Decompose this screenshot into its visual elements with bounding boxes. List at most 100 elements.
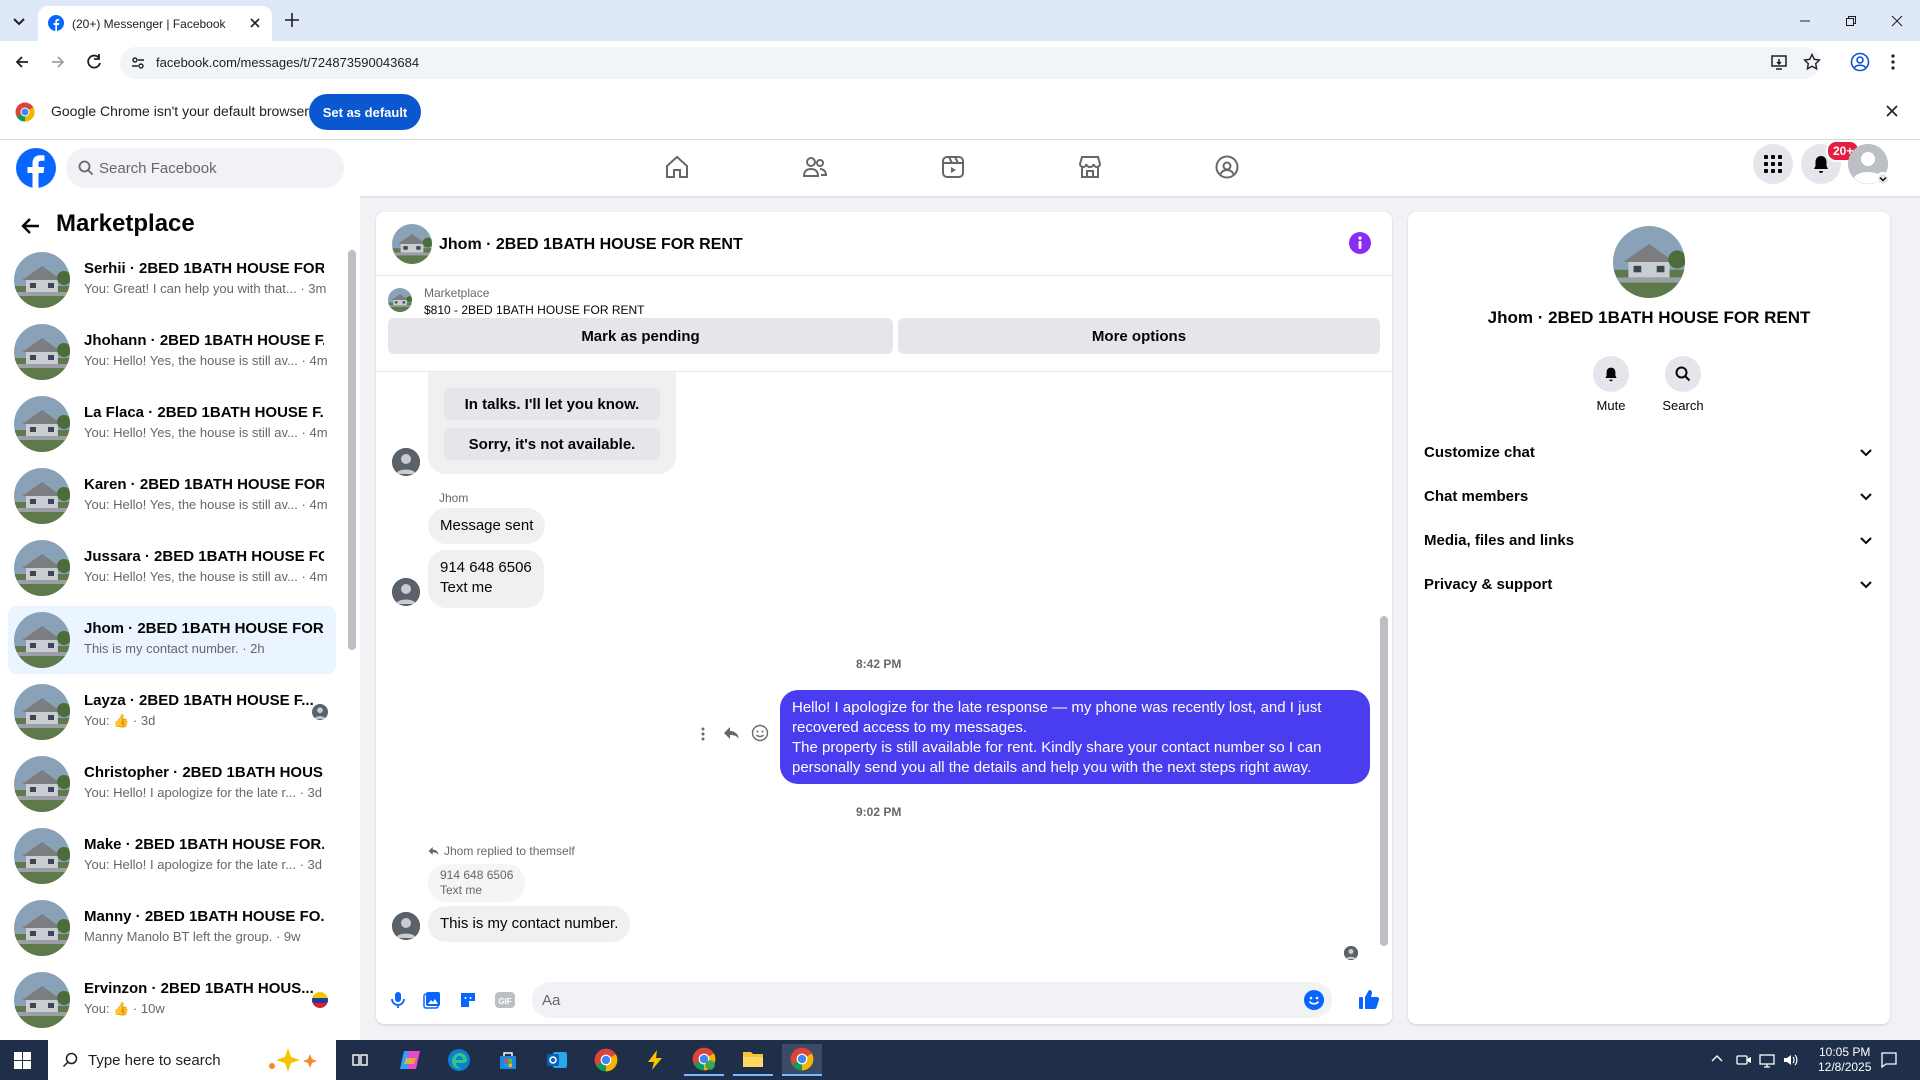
address-bar[interactable]: facebook.com/messages/t/724873590043684 xyxy=(120,47,1820,79)
mark-as-pending-button[interactable]: Mark as pending xyxy=(388,318,893,354)
forward-arrow-icon[interactable] xyxy=(48,52,68,72)
home-icon[interactable] xyxy=(664,154,690,180)
message-input[interactable]: Aa xyxy=(532,982,1332,1018)
chrome-profile-app-icon[interactable] xyxy=(684,1044,724,1076)
file-explorer-app-icon[interactable] xyxy=(733,1044,773,1076)
facebook-logo-icon[interactable] xyxy=(16,148,56,188)
quoted-message[interactable]: 914 648 6506 Text me xyxy=(428,864,526,902)
chat-members-section[interactable]: Chat members xyxy=(1424,474,1874,518)
close-infobar-icon[interactable] xyxy=(1885,104,1899,118)
avatar xyxy=(14,756,70,812)
profile-icon[interactable] xyxy=(1850,52,1870,72)
winamp-app-icon[interactable] xyxy=(635,1044,675,1076)
more-options-button[interactable]: More options xyxy=(898,318,1380,354)
quick-reply-button[interactable]: Sorry, it's not available. xyxy=(444,428,660,460)
tab-list-chevron-icon[interactable] xyxy=(8,10,30,32)
listing-title[interactable]: $810 - 2BED 1BATH HOUSE FOR RENT xyxy=(424,303,645,317)
conversation-item[interactable]: La Flaca · 2BED 1BATH HOUSE F... You: He… xyxy=(8,390,336,458)
photo-icon[interactable] xyxy=(422,990,442,1010)
section-label: Customize chat xyxy=(1424,444,1535,461)
conversation-item[interactable]: Jhohann · 2BED 1BATH HOUSE F... You: Hel… xyxy=(8,318,336,386)
conversation-item[interactable]: Make · 2BED 1BATH HOUSE FOR... You: Hell… xyxy=(8,822,336,890)
chat-avatar[interactable] xyxy=(392,224,432,264)
network-icon[interactable] xyxy=(1759,1052,1775,1068)
quick-reply-button[interactable]: In talks. I'll let you know. xyxy=(444,388,660,420)
sender-avatar[interactable] xyxy=(392,912,420,940)
conversation-item-active[interactable]: Jhom · 2BED 1BATH HOUSE FOR... This is m… xyxy=(8,606,336,674)
reply-icon[interactable] xyxy=(723,724,741,742)
back-arrow-icon[interactable] xyxy=(20,215,42,237)
message-bubble[interactable]: 914 648 6506 Text me xyxy=(428,550,544,608)
conversation-name: Layza · 2BED 1BATH HOUSE F... xyxy=(84,692,314,709)
details-title: Jhom · 2BED 1BATH HOUSE FOR RENT xyxy=(1487,308,1811,327)
set-as-default-button[interactable]: Set as default xyxy=(309,94,421,130)
conversation-item[interactable]: Serhii · 2BED 1BATH HOUSE FOR... You: Gr… xyxy=(8,246,336,314)
site-info-icon[interactable] xyxy=(130,55,146,71)
quoted-text: Text me xyxy=(440,883,483,897)
chat-header: Jhom · 2BED 1BATH HOUSE FOR RENT xyxy=(376,212,1392,276)
account-chevron-icon[interactable] xyxy=(1876,172,1890,186)
meet-now-icon[interactable] xyxy=(1736,1052,1752,1068)
microphone-icon[interactable] xyxy=(388,990,408,1010)
bookmark-star-icon[interactable] xyxy=(1803,53,1821,71)
store-app-icon[interactable] xyxy=(488,1044,528,1076)
sender-avatar[interactable] xyxy=(392,578,420,606)
facebook-search-input[interactable]: Search Facebook xyxy=(66,148,344,188)
media-files-links-section[interactable]: Media, files and links xyxy=(1424,518,1874,562)
chrome-menu-icon[interactable] xyxy=(1890,52,1896,72)
menu-grid-icon[interactable] xyxy=(1753,144,1793,184)
chat-title[interactable]: Jhom · 2BED 1BATH HOUSE FOR RENT xyxy=(439,236,743,254)
close-window-icon[interactable] xyxy=(1874,0,1920,41)
conversation-item[interactable]: Layza · 2BED 1BATH HOUSE F... You: 👍 · 3… xyxy=(8,678,336,746)
conversation-item[interactable]: Ervinzon · 2BED 1BATH HOUS... You: 👍 · 1… xyxy=(8,966,336,1034)
conversation-item[interactable]: Karen · 2BED 1BATH HOUSE FOR... You: Hel… xyxy=(8,462,336,530)
new-tab-plus-icon[interactable] xyxy=(282,10,302,30)
outlook-app-icon[interactable] xyxy=(537,1044,577,1076)
conversation-item[interactable]: Jussara · 2BED 1BATH HOUSE FO... You: He… xyxy=(8,534,336,602)
emoji-icon[interactable] xyxy=(1304,990,1324,1010)
privacy-support-section[interactable]: Privacy & support xyxy=(1424,562,1874,606)
message-bubble[interactable]: This is my contact number. xyxy=(428,906,631,942)
task-view-icon[interactable] xyxy=(340,1044,380,1076)
info-icon[interactable] xyxy=(1349,232,1371,254)
friends-icon[interactable] xyxy=(802,154,828,180)
install-app-icon[interactable] xyxy=(1770,53,1788,71)
react-emoji-icon[interactable] xyxy=(751,724,769,742)
show-hidden-icons-chevron-icon[interactable] xyxy=(1710,1052,1724,1066)
window-controls xyxy=(1782,0,1920,41)
search-in-chat-button[interactable]: Search xyxy=(1653,356,1713,413)
conversation-item[interactable]: Christopher · 2BED 1BATH HOUS... You: He… xyxy=(8,750,336,818)
volume-icon[interactable] xyxy=(1782,1052,1798,1068)
system-clock[interactable]: 10:05 PM 12/8/2025 xyxy=(1818,1045,1871,1075)
more-actions-icon[interactable] xyxy=(700,726,706,742)
sender-avatar[interactable] xyxy=(392,448,420,476)
gaming-icon[interactable] xyxy=(1214,154,1240,180)
chat-scrollbar[interactable] xyxy=(1380,616,1388,946)
message-bubble[interactable]: Message sent xyxy=(428,508,546,544)
reload-icon[interactable] xyxy=(84,52,104,72)
customize-chat-section[interactable]: Customize chat xyxy=(1424,430,1874,474)
conversation-item[interactable]: Manny · 2BED 1BATH HOUSE FO... Manny Man… xyxy=(8,894,336,962)
minimize-icon[interactable] xyxy=(1782,0,1828,41)
restore-icon[interactable] xyxy=(1828,0,1874,41)
browser-tab[interactable]: (20+) Messenger | Facebook xyxy=(38,6,272,41)
chevron-down-icon xyxy=(1858,576,1874,592)
back-arrow-icon[interactable] xyxy=(12,52,32,72)
windows-start-icon[interactable] xyxy=(14,1052,31,1069)
sidebar-scrollbar[interactable] xyxy=(348,250,356,650)
gif-icon[interactable]: GIF xyxy=(494,990,516,1010)
chrome-app-icon[interactable] xyxy=(586,1044,626,1076)
like-thumbs-up-icon[interactable] xyxy=(1358,988,1380,1010)
edge-app-icon[interactable] xyxy=(439,1044,479,1076)
video-icon[interactable] xyxy=(940,154,966,180)
chrome-active-app-icon[interactable] xyxy=(782,1044,822,1076)
my-message-bubble[interactable]: Hello! I apologize for the late response… xyxy=(780,690,1370,784)
marketplace-icon[interactable] xyxy=(1077,154,1103,180)
sticker-icon[interactable] xyxy=(458,990,478,1010)
notifications-center-icon[interactable] xyxy=(1880,1051,1898,1069)
taskbar-search-box[interactable]: Type here to search xyxy=(48,1040,336,1080)
mute-button[interactable]: Mute xyxy=(1581,356,1641,413)
copilot-app-icon[interactable] xyxy=(390,1044,430,1076)
close-tab-icon[interactable] xyxy=(248,16,262,30)
quoted-phone: 914 648 6506 xyxy=(440,868,514,882)
